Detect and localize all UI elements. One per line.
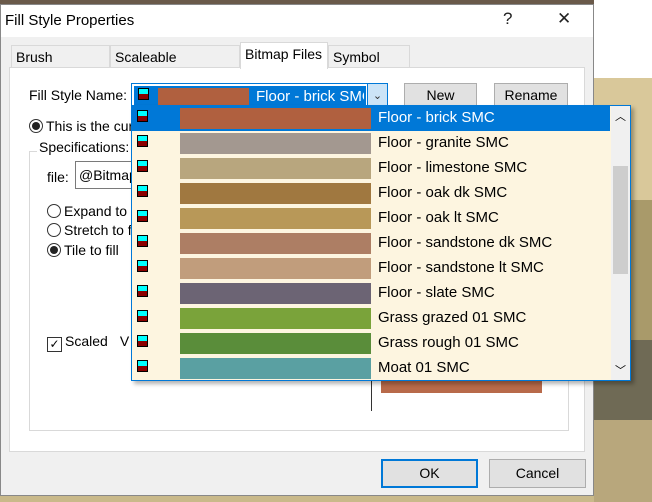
dropdown-item-label: Floor - brick SMC: [378, 109, 495, 126]
specifications-label: Specifications:: [37, 139, 132, 155]
dropdown-item-label: Grass grazed 01 SMC: [378, 309, 527, 326]
dropdown-item-label: Floor - sandstone lt SMC: [378, 259, 544, 276]
fill-swatch: [180, 183, 371, 204]
fill-swatch: [180, 258, 371, 279]
radio-indicator: [47, 243, 61, 257]
dropdown-item-label: Floor - sandstone dk SMC: [378, 234, 553, 251]
scaled-label: Scaled: [65, 333, 108, 349]
fill-swatch: [180, 283, 371, 304]
expand-radio[interactable]: Expand to f: [47, 203, 135, 219]
dropdown-item-label: Floor - granite SMC: [378, 134, 509, 151]
bitmap-icon: [137, 110, 148, 122]
dropdown-item[interactable]: Floor - sandstone lt SMC: [132, 256, 610, 281]
scaled-checkbox[interactable]: ✓ Scaled V: [47, 333, 129, 352]
dropdown-item-label: Floor - limestone SMC: [378, 159, 528, 176]
close-button[interactable]: ✕: [557, 9, 571, 29]
tab-brush-patterns[interactable]: Brush Patterns: [11, 45, 110, 81]
bitmap-icon: [137, 185, 148, 197]
selected-value: Floor - brick SMC: [256, 88, 364, 105]
bitmap-icon: [137, 335, 148, 347]
selected-swatch: [158, 88, 249, 105]
bitmap-icon: [137, 135, 148, 147]
fill-style-dropdown-list[interactable]: ︿ ﹀ Floor - brick SMC Floor - granite SMC…: [131, 105, 631, 381]
bitmap-icon: [137, 235, 148, 247]
current-radio-label: This is the cur: [46, 118, 134, 134]
radio-indicator: [29, 119, 43, 133]
dialog-title: Fill Style Properties: [5, 12, 135, 29]
fill-swatch: [180, 308, 371, 329]
fill-swatch: [180, 358, 371, 379]
title-bar: Fill Style Properties ? ✕: [1, 5, 593, 37]
help-button[interactable]: ?: [503, 9, 512, 29]
dropdown-item[interactable]: Floor - slate SMC: [132, 281, 610, 306]
bitmap-icon: [137, 160, 148, 172]
dropdown-item-label: Floor - oak dk SMC: [378, 184, 508, 201]
tab-scaleable-hatching[interactable]: Scaleable Hatching: [110, 45, 240, 81]
fill-swatch: [180, 108, 371, 129]
ok-button[interactable]: OK: [381, 459, 478, 488]
fill-swatch: [180, 233, 371, 254]
bitmap-icon: [137, 260, 148, 272]
stretch-radio[interactable]: Stretch to fi: [47, 222, 135, 238]
dropdown-item[interactable]: Floor - oak dk SMC: [132, 181, 610, 206]
dropdown-item-label: Moat 01 SMC: [378, 359, 470, 376]
trailing-label: V: [119, 333, 130, 349]
check-icon: ✓: [47, 337, 62, 352]
radio-indicator: [47, 223, 61, 237]
file-value: @Bitmap: [79, 167, 137, 183]
tab-bitmap-files[interactable]: Bitmap Files: [240, 42, 328, 69]
dropdown-item[interactable]: Floor - sandstone dk SMC: [132, 231, 610, 256]
dropdown-item[interactable]: Floor - brick SMC: [132, 106, 610, 131]
tile-radio[interactable]: Tile to fill: [47, 242, 119, 258]
fill-swatch: [180, 333, 371, 354]
dropdown-item[interactable]: Floor - granite SMC: [132, 131, 610, 156]
fill-swatch: [180, 208, 371, 229]
cancel-button[interactable]: Cancel: [489, 459, 586, 488]
scroll-up-icon[interactable]: ︿: [615, 108, 626, 124]
dropdown-item[interactable]: Moat 01 SMC: [132, 356, 610, 381]
bitmap-icon: [137, 310, 148, 322]
fill-style-name-label: Fill Style Name:: [29, 87, 128, 103]
dropdown-item[interactable]: Floor - oak lt SMC: [132, 206, 610, 231]
fill-swatch: [180, 158, 371, 179]
dropdown-item-label: Floor - slate SMC: [378, 284, 495, 301]
dropdown-item[interactable]: Grass rough 01 SMC: [132, 331, 610, 356]
file-label: file:: [47, 169, 69, 185]
bitmap-icon: [137, 210, 148, 222]
radio-indicator: [47, 204, 61, 218]
tile-label: Tile to fill: [64, 242, 119, 258]
scroll-down-icon[interactable]: ﹀: [615, 362, 626, 378]
dropdown-item[interactable]: Grass grazed 01 SMC: [132, 306, 610, 331]
bitmap-icon: [137, 360, 148, 372]
scrollbar-thumb[interactable]: [613, 166, 628, 274]
dropdown-item[interactable]: Floor - limestone SMC: [132, 156, 610, 181]
current-radio[interactable]: This is the cur: [29, 118, 133, 134]
tab-symbol-fills[interactable]: Symbol Fills: [328, 45, 410, 81]
dropdown-scrollbar[interactable]: ︿ ﹀: [611, 106, 630, 380]
bitmap-icon: [138, 88, 149, 100]
bitmap-icon: [137, 285, 148, 297]
stretch-label: Stretch to fi: [64, 222, 135, 238]
expand-label: Expand to f: [64, 203, 135, 219]
dropdown-item-label: Grass rough 01 SMC: [378, 334, 519, 351]
dropdown-item-label: Floor - oak lt SMC: [378, 209, 499, 226]
fill-swatch: [180, 133, 371, 154]
